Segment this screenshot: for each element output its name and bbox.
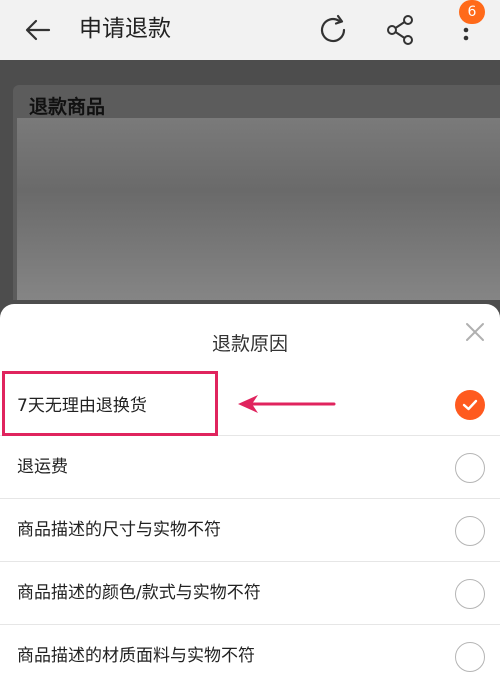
- radio-checked-icon[interactable]: [455, 390, 485, 420]
- arrow-left-icon: [25, 19, 51, 41]
- radio-unchecked-icon[interactable]: [455, 642, 485, 672]
- reason-option-3[interactable]: 商品描述的尺寸与实物不符: [0, 500, 500, 562]
- back-button[interactable]: [20, 13, 56, 47]
- share-icon: [387, 15, 413, 45]
- radio-unchecked-icon[interactable]: [455, 516, 485, 546]
- radio-unchecked-icon[interactable]: [455, 453, 485, 483]
- refresh-button[interactable]: [314, 11, 352, 49]
- check-icon: [462, 399, 478, 411]
- annotation-arrow-icon: [238, 395, 336, 413]
- reason-option-4[interactable]: 商品描述的颜色/款式与实物不符: [0, 563, 500, 625]
- reason-option-5[interactable]: 商品描述的材质面料与实物不符: [0, 626, 500, 680]
- blurred-product-image: [17, 118, 500, 300]
- share-button[interactable]: [381, 11, 419, 49]
- sheet-title: 退款原因: [211, 333, 288, 355]
- annotation-highlight-box: [2, 371, 218, 436]
- reason-label: 退运费: [17, 457, 68, 477]
- refund-product-heading: 退款商品: [29, 96, 106, 118]
- refresh-icon: [320, 14, 346, 43]
- reason-label: 商品描述的材质面料与实物不符: [17, 646, 255, 666]
- page-title: 申请退款: [79, 16, 171, 42]
- reason-label: 商品描述的尺寸与实物不符: [17, 520, 221, 540]
- top-app-bar: 申请退款 6: [0, 0, 500, 60]
- reason-option-2[interactable]: 退运费: [0, 437, 500, 499]
- close-icon: [466, 323, 484, 341]
- notification-badge: 6: [459, 0, 485, 24]
- refund-reason-sheet: 退款原因 7天无理由退换货 退运费 商品描述的尺寸与实物不符 商品描述的颜色/款…: [0, 304, 500, 680]
- reason-label: 商品描述的颜色/款式与实物不符: [17, 583, 261, 603]
- radio-unchecked-icon[interactable]: [455, 579, 485, 609]
- close-button[interactable]: [461, 318, 489, 346]
